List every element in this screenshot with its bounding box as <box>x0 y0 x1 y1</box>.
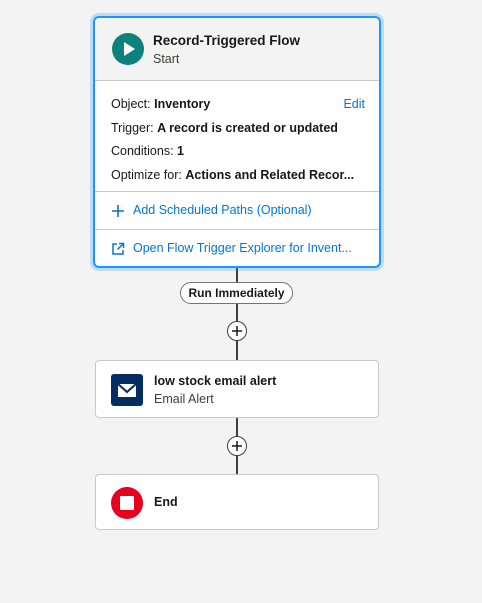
conditions-label: Conditions: <box>111 144 174 158</box>
flow-canvas: Record-Triggered Flow Start Object: Inve… <box>0 0 482 603</box>
start-subtitle: Start <box>153 52 180 66</box>
trigger-value: A record is created or updated <box>157 121 338 135</box>
trigger-row: Trigger: A record is created or updated <box>111 121 338 135</box>
object-label: Object: <box>111 97 151 111</box>
optimize-value: Actions and Related Recor... <box>185 168 355 182</box>
envelope-icon <box>111 374 143 406</box>
plus-icon <box>232 441 242 451</box>
edit-link[interactable]: Edit <box>343 97 365 111</box>
object-value: Inventory <box>154 97 211 111</box>
start-details: Object: Inventory Edit Trigger: A record… <box>95 81 379 192</box>
end-title: End <box>154 495 178 509</box>
add-element-button[interactable] <box>227 436 247 456</box>
plus-icon <box>111 204 125 221</box>
conditions-value: 1 <box>177 144 184 158</box>
start-title: Record-Triggered Flow <box>153 33 301 48</box>
conditions-row: Conditions: 1 <box>111 144 184 158</box>
add-scheduled-paths-label: Add Scheduled Paths (Optional) <box>133 203 312 217</box>
add-scheduled-paths-button[interactable]: Add Scheduled Paths (Optional) <box>95 192 379 230</box>
optimize-row: Optimize for: Actions and Related Recor.… <box>111 168 354 182</box>
open-trigger-explorer-link[interactable]: Open Flow Trigger Explorer for Invent... <box>95 230 379 266</box>
end-element[interactable]: End <box>95 474 379 530</box>
element-title: low stock email alert <box>154 374 277 388</box>
stop-icon <box>111 487 143 519</box>
email-alert-element[interactable]: low stock email alert Email Alert <box>95 360 379 418</box>
open-trigger-explorer-label: Open Flow Trigger Explorer for Invent... <box>133 241 352 255</box>
play-icon <box>112 33 144 65</box>
object-row: Object: Inventory <box>111 97 210 111</box>
external-link-icon <box>111 242 125 259</box>
element-subtitle: Email Alert <box>154 392 214 406</box>
optimize-label: Optimize for: <box>111 168 182 182</box>
start-header: Record-Triggered Flow Start <box>95 18 379 81</box>
trigger-label: Trigger: <box>111 121 154 135</box>
run-immediately-label[interactable]: Run Immediately <box>180 282 293 304</box>
add-element-button[interactable] <box>227 321 247 341</box>
start-element[interactable]: Record-Triggered Flow Start Object: Inve… <box>93 16 381 268</box>
connector-line <box>236 268 238 282</box>
plus-icon <box>232 326 242 336</box>
